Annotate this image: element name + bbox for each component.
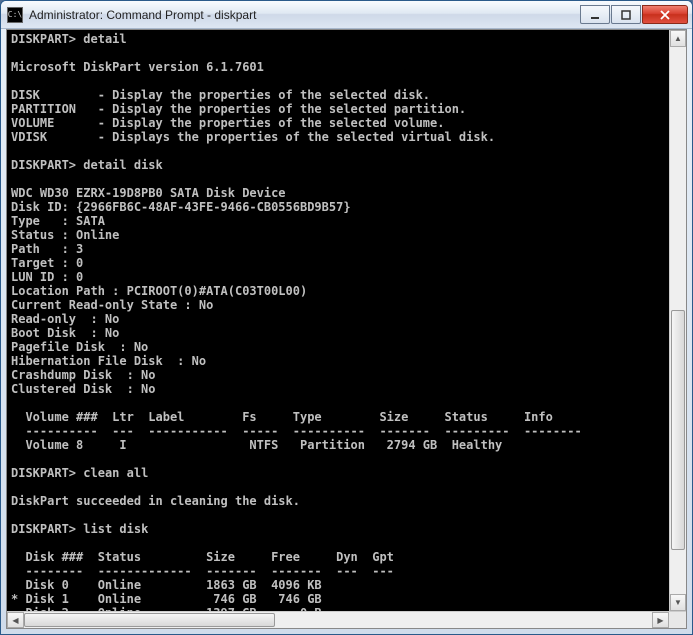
volume-row: Volume 8 I NTFS Partition 2794 GB Health… (11, 438, 502, 452)
disk-table-divider: -------- ------------- ------- ------- -… (11, 564, 394, 578)
maximize-icon (621, 10, 631, 20)
cmd-list-disk: list disk (83, 522, 148, 536)
disk-boot: Boot Disk : No (11, 326, 119, 340)
version-line: Microsoft DiskPart version 6.1.7601 (11, 60, 264, 74)
hscroll-track[interactable] (24, 612, 652, 628)
vscroll-track[interactable] (670, 47, 686, 594)
help-volume: VOLUME - Display the properties of the s… (11, 116, 444, 130)
terminal-wrap: DISKPART> detail Microsoft DiskPart vers… (7, 30, 686, 611)
disk-row-1: * Disk 1 Online 746 GB 746 GB (11, 592, 322, 606)
disk-target: Target : 0 (11, 256, 83, 270)
help-disk: DISK - Display the properties of the sel… (11, 88, 430, 102)
disk-pagefile: Pagefile Disk : No (11, 340, 148, 354)
scroll-up-button[interactable]: ▲ (670, 30, 686, 47)
scroll-left-button[interactable]: ◀ (7, 612, 24, 628)
client-area: DISKPART> detail Microsoft DiskPart vers… (6, 29, 687, 629)
prompt: DISKPART> (11, 466, 76, 480)
cmd-clean-all: clean all (83, 466, 148, 480)
disk-status: Status : Online (11, 228, 119, 242)
terminal[interactable]: DISKPART> detail Microsoft DiskPart vers… (7, 30, 669, 611)
disk-crashdump: Crashdump Disk : No (11, 368, 156, 382)
disk-name: WDC WD30 EZRX-19D8PB0 SATA Disk Device (11, 186, 286, 200)
maximize-button[interactable] (611, 5, 641, 24)
vertical-scrollbar[interactable]: ▲ ▼ (669, 30, 686, 611)
disk-lunid: LUN ID : 0 (11, 270, 83, 284)
scroll-right-button[interactable]: ▶ (652, 612, 669, 628)
cmd-icon: C:\ (7, 7, 23, 23)
disk-readonly: Read-only : No (11, 312, 119, 326)
disk-location: Location Path : PCIROOT(0)#ATA(C03T00L00… (11, 284, 307, 298)
window-controls (580, 5, 688, 24)
disk-readonly-state: Current Read-only State : No (11, 298, 213, 312)
disk-table-header: Disk ### Status Size Free Dyn Gpt (11, 550, 394, 564)
horizontal-scrollbar[interactable]: ◀ ▶ (7, 611, 686, 628)
scrollbar-corner (669, 612, 686, 628)
help-partition: PARTITION - Display the properties of th… (11, 102, 466, 116)
disk-path: Path : 3 (11, 242, 83, 256)
disk-id: Disk ID: {2966FB6C-48AF-43FE-9466-CB0556… (11, 200, 351, 214)
window-title: Administrator: Command Prompt - diskpart (29, 8, 580, 22)
disk-type: Type : SATA (11, 214, 105, 228)
help-vdisk: VDISK - Displays the properties of the s… (11, 130, 495, 144)
clean-result: DiskPart succeeded in cleaning the disk. (11, 494, 300, 508)
prompt: DISKPART> (11, 32, 76, 46)
prompt: DISKPART> (11, 158, 76, 172)
prompt: DISKPART> (11, 522, 76, 536)
hscroll-thumb[interactable] (24, 613, 275, 627)
minimize-icon (590, 10, 600, 20)
scroll-down-button[interactable]: ▼ (670, 594, 686, 611)
disk-hibernation: Hibernation File Disk : No (11, 354, 206, 368)
vscroll-thumb[interactable] (671, 310, 685, 551)
minimize-button[interactable] (580, 5, 610, 24)
cmd-detail: detail (83, 32, 126, 46)
command-prompt-window: C:\ Administrator: Command Prompt - disk… (0, 0, 693, 635)
close-icon (660, 10, 670, 20)
volume-divider: ---------- --- ----------- ----- -------… (11, 424, 582, 438)
volume-header: Volume ### Ltr Label Fs Type Size Status… (11, 410, 553, 424)
close-button[interactable] (642, 5, 688, 24)
disk-row-0: Disk 0 Online 1863 GB 4096 KB (11, 578, 322, 592)
disk-clustered: Clustered Disk : No (11, 382, 156, 396)
cmd-detail-disk: detail disk (83, 158, 162, 172)
titlebar[interactable]: C:\ Administrator: Command Prompt - disk… (1, 1, 692, 29)
